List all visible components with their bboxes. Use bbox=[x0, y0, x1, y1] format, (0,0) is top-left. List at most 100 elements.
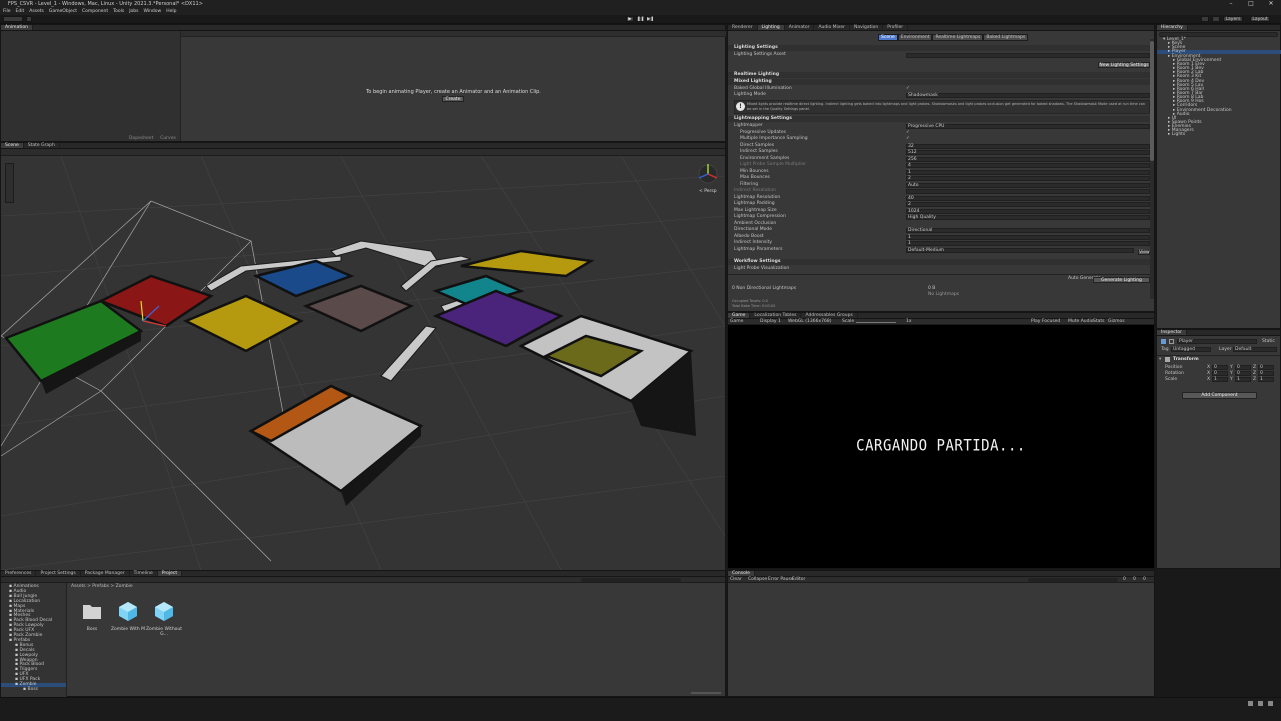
folder-icon[interactable] bbox=[81, 600, 103, 622]
view-parameters-button[interactable]: View bbox=[1138, 250, 1150, 255]
play-focused-dropdown[interactable]: Play Focused bbox=[1031, 319, 1060, 325]
baked-gi-checkbox[interactable]: ✓ bbox=[906, 86, 910, 92]
display-dropdown[interactable]: Display 1 bbox=[760, 319, 781, 325]
lm-row-value[interactable]: Auto bbox=[906, 182, 1150, 188]
tab-dopesheet[interactable]: Dopesheet bbox=[129, 136, 153, 141]
tab-project[interactable]: Project bbox=[157, 571, 183, 576]
tab-hierarchy[interactable]: Hierarchy bbox=[1157, 25, 1188, 30]
pause-button[interactable]: ❚❚ bbox=[636, 16, 645, 22]
tab-curves[interactable]: Curves bbox=[156, 136, 180, 141]
project-search[interactable] bbox=[581, 578, 681, 582]
asset-label[interactable]: Boss bbox=[72, 627, 112, 632]
lm-row-value[interactable] bbox=[906, 189, 1150, 194]
subtab-environment[interactable]: Environment bbox=[897, 34, 933, 41]
menu-window[interactable]: Window bbox=[143, 9, 161, 14]
lm-row-value[interactable]: ✓ bbox=[906, 130, 910, 136]
menu-file[interactable]: File bbox=[3, 9, 11, 14]
tool-palette[interactable] bbox=[5, 163, 14, 203]
lm-row-value[interactable]: 1 bbox=[906, 241, 1150, 246]
add-component-button[interactable]: Add Component bbox=[1182, 392, 1257, 399]
tab-console[interactable]: Console bbox=[728, 571, 755, 576]
mute-audio-toggle[interactable]: Mute Audio bbox=[1068, 319, 1094, 325]
probe-visualization-label[interactable]: Light Probe Visualization bbox=[734, 266, 789, 272]
position-y-field[interactable]: 0 bbox=[1235, 365, 1251, 370]
settings-asset-field[interactable] bbox=[906, 53, 1150, 58]
lm-row-value[interactable]: 1024 bbox=[906, 208, 1150, 214]
subtab-scene[interactable]: Scene bbox=[878, 34, 898, 41]
lm-row-value[interactable]: Directional bbox=[906, 228, 1150, 233]
scale-y-field[interactable]: 1 bbox=[1235, 377, 1251, 382]
lm-row-value[interactable]: High Quality bbox=[906, 215, 1150, 220]
tab-state-graph[interactable]: State Graph bbox=[24, 143, 60, 148]
tab-profiler[interactable]: Profiler bbox=[883, 25, 909, 30]
hierarchy-item[interactable]: ▸ Lights bbox=[1157, 133, 1281, 138]
subtab-baked-lightmaps[interactable]: Baked Lightmaps bbox=[983, 34, 1029, 41]
tab-renderer[interactable]: Renderer bbox=[728, 25, 758, 30]
lm-row-value[interactable]: Progressive CPU bbox=[906, 124, 1150, 129]
game-mode-dropdown[interactable]: Game bbox=[730, 319, 743, 325]
lm-row-value[interactable]: 1 bbox=[906, 169, 1150, 175]
maximize-icon[interactable]: □ bbox=[1241, 0, 1261, 8]
menu-jobs[interactable]: Jobs bbox=[129, 9, 138, 14]
lm-row-value[interactable]: 2 bbox=[906, 176, 1150, 181]
menu-edit[interactable]: Edit bbox=[16, 9, 25, 14]
menu-assets[interactable]: Assets bbox=[29, 9, 44, 14]
rotation-z-field[interactable]: 0 bbox=[1258, 371, 1274, 376]
close-icon[interactable]: ✕ bbox=[1261, 0, 1281, 8]
lighting-settings-header[interactable]: Lighting Settings bbox=[728, 45, 1154, 51]
lm-row-value[interactable]: 4 bbox=[906, 163, 1150, 168]
position-z-field[interactable]: 0 bbox=[1258, 365, 1274, 370]
persp-label[interactable]: < Persp bbox=[699, 189, 717, 194]
project-folder-item[interactable]: ▪ Triggers bbox=[1, 668, 66, 673]
rotation-x-field[interactable]: 0 bbox=[1212, 371, 1228, 376]
object-name-field[interactable]: Player bbox=[1177, 339, 1257, 344]
icon-size-slider[interactable] bbox=[691, 692, 721, 694]
account-button[interactable] bbox=[3, 16, 23, 22]
tab-timeline[interactable]: Timeline bbox=[130, 571, 158, 576]
create-animation-button[interactable]: Create bbox=[442, 96, 464, 102]
menu-component[interactable]: Component bbox=[82, 9, 108, 14]
console-error-pause-button[interactable]: Error Pause bbox=[768, 577, 794, 583]
gizmos-dropdown[interactable]: Gizmos bbox=[1108, 319, 1125, 325]
tab-inspector[interactable]: Inspector bbox=[1157, 330, 1187, 335]
workflow-settings-header[interactable]: Workflow Settings bbox=[728, 259, 1154, 265]
transform-label[interactable]: Transform bbox=[1173, 357, 1199, 362]
console-error-count[interactable]: 0 bbox=[1143, 577, 1146, 583]
static-toggle[interactable]: Static bbox=[1262, 339, 1275, 344]
tab-animation[interactable]: Animation bbox=[1, 25, 33, 30]
asset-label[interactable]: Zombie Without G... bbox=[144, 627, 184, 637]
tab-navigation[interactable]: Navigation bbox=[850, 25, 884, 30]
tab-audio-mixer[interactable]: Audio Mixer bbox=[814, 25, 850, 30]
generate-lighting-button[interactable]: Generate Lighting bbox=[1093, 277, 1150, 283]
cloud-icon[interactable] bbox=[26, 16, 32, 22]
console-warning-count[interactable]: 0 bbox=[1133, 577, 1136, 583]
prefab-icon[interactable] bbox=[117, 600, 139, 622]
lm-row-value[interactable]: 256 bbox=[906, 156, 1150, 162]
minimize-icon[interactable]: – bbox=[1221, 0, 1241, 8]
tab-animator[interactable]: Animator bbox=[785, 25, 815, 30]
timeline-ruler[interactable] bbox=[181, 31, 726, 37]
project-folder-item[interactable]: ▪ Boss bbox=[1, 687, 66, 692]
lighting-scrollbar[interactable] bbox=[1150, 39, 1154, 299]
progress-icon[interactable] bbox=[1248, 701, 1253, 706]
scale-slider[interactable] bbox=[856, 322, 896, 323]
new-lighting-settings-button[interactable]: New Lighting Settings bbox=[1098, 62, 1150, 68]
lm-row-value[interactable]: Default-Medium bbox=[906, 247, 1134, 253]
lm-row-value[interactable]: 512 bbox=[906, 150, 1150, 155]
menu-gameobject[interactable]: GameObject bbox=[49, 9, 77, 14]
tab-package-manager[interactable]: Package Manager bbox=[81, 571, 130, 576]
layers-dropdown[interactable]: Layers bbox=[1223, 16, 1243, 22]
subtab-realtime-lightmaps[interactable]: Realtime Lightmaps bbox=[932, 34, 984, 41]
debug-icon[interactable] bbox=[1258, 701, 1263, 706]
prefab-icon[interactable] bbox=[153, 600, 175, 622]
asset-label[interactable]: Zombie With M bbox=[108, 627, 148, 632]
lm-row-value[interactable]: 2 bbox=[906, 202, 1150, 207]
menu-tools[interactable]: Tools bbox=[113, 9, 124, 14]
history-icon[interactable] bbox=[1201, 16, 1209, 22]
tab-addressables-groups[interactable]: Addressables Groups bbox=[801, 313, 858, 318]
play-button[interactable]: ▶ bbox=[626, 16, 634, 22]
console-clear-button[interactable]: Clear bbox=[730, 577, 742, 583]
lighting-mode-dropdown[interactable]: Shadowmask bbox=[906, 93, 1150, 98]
scale-z-field[interactable]: 1 bbox=[1258, 377, 1274, 382]
project-folder-item[interactable]: ▪ Prefabs bbox=[1, 638, 66, 643]
